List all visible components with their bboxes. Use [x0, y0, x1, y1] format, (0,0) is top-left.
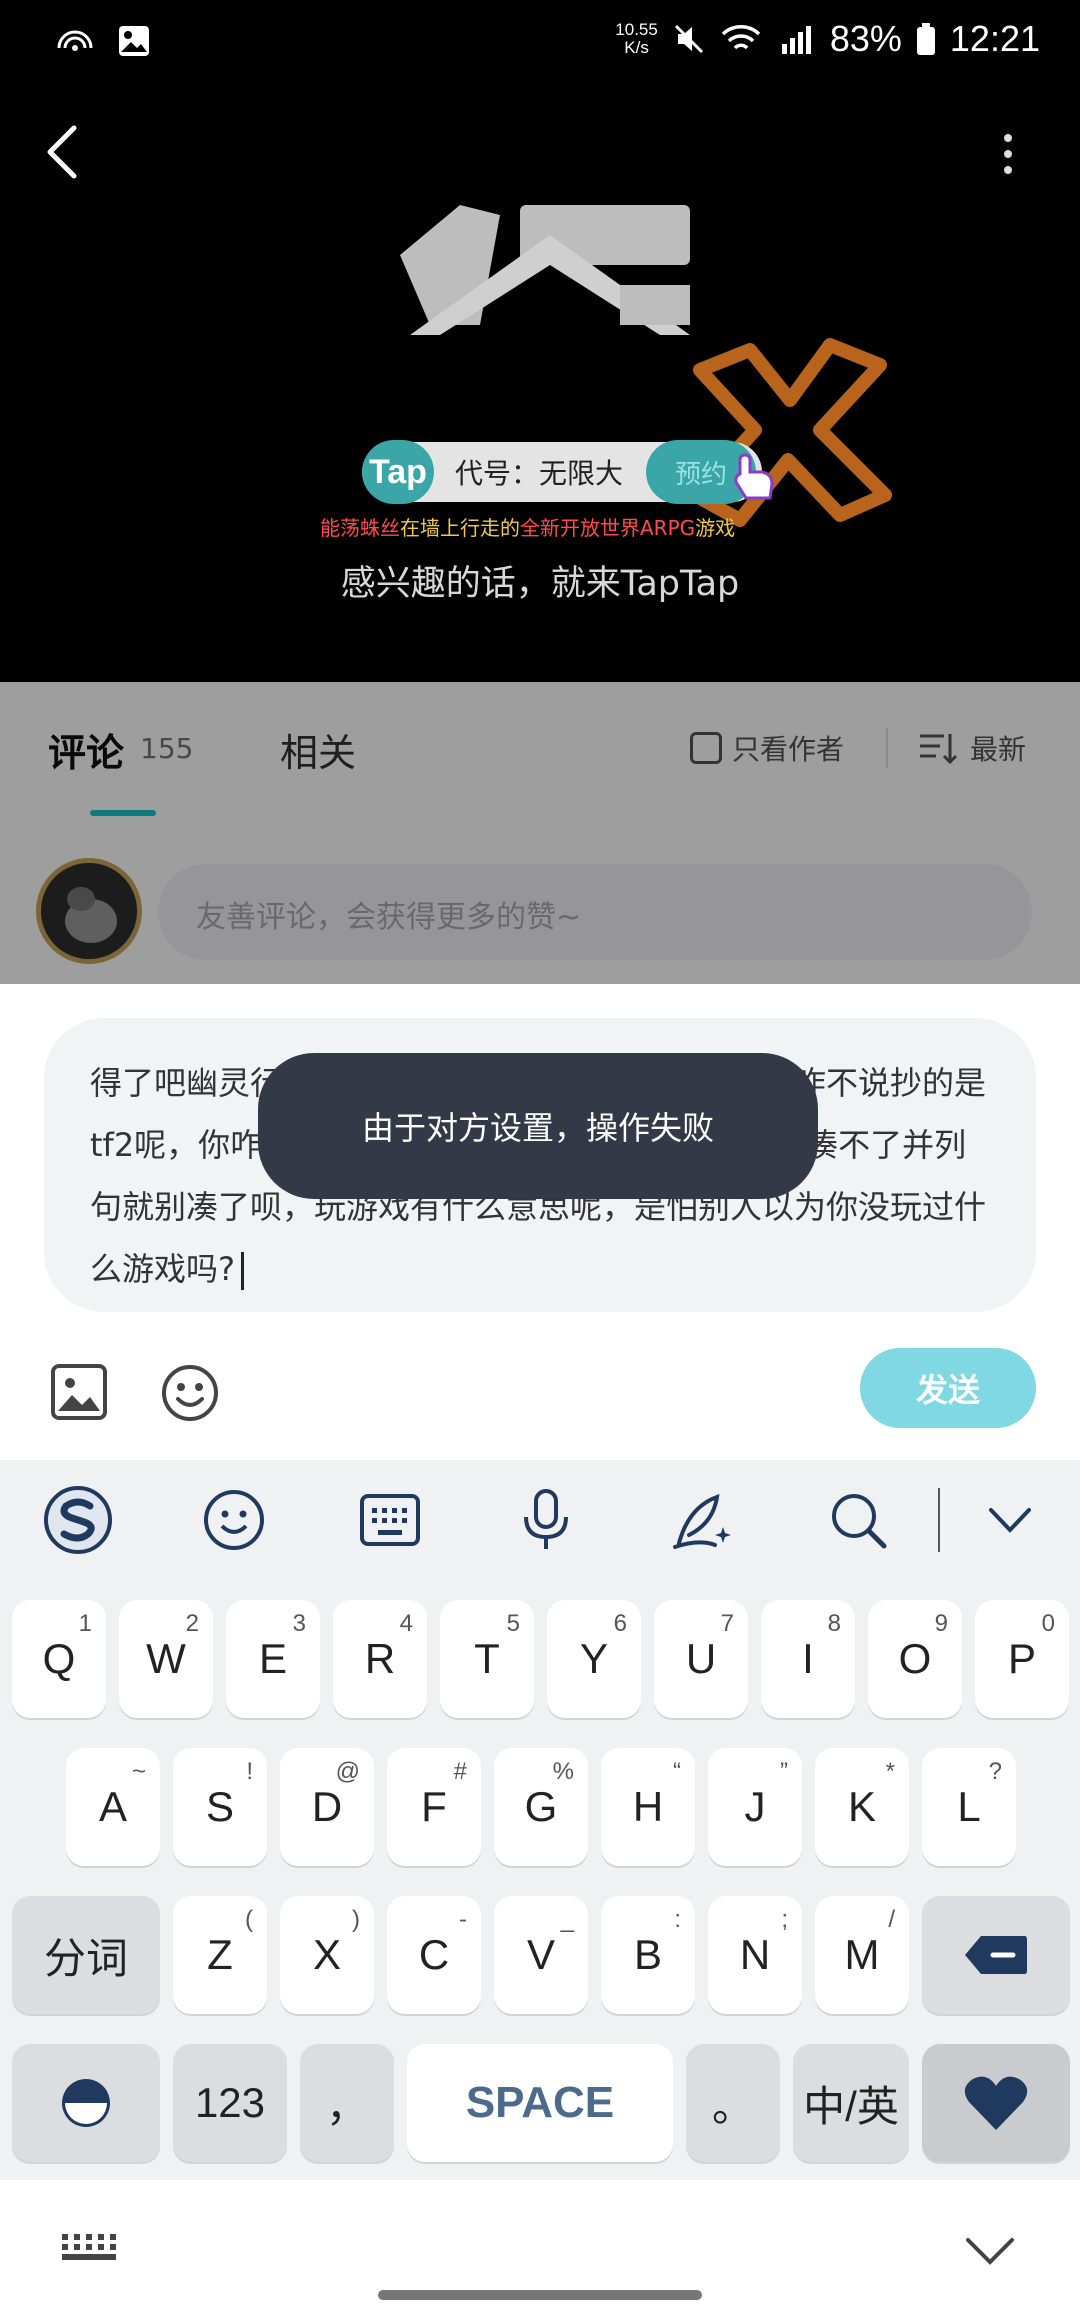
image-upload-icon[interactable] — [50, 1363, 108, 1421]
network-speed: 10.55 K/s — [615, 20, 658, 57]
signal-icon — [781, 26, 811, 54]
keyboard-switch-icon[interactable] — [60, 2232, 116, 2262]
keyboard-layout-icon[interactable] — [352, 1484, 428, 1556]
segment-key[interactable]: 分词 — [12, 1896, 160, 2014]
swiftkey-logo-icon[interactable] — [40, 1484, 116, 1556]
error-toast: 由于对方设置，操作失败 — [258, 1053, 818, 1199]
space-key[interactable]: SPACE — [407, 2044, 673, 2162]
enter-key[interactable] — [922, 2044, 1070, 2162]
heart-icon — [964, 2076, 1028, 2130]
battery-percent: 83% — [829, 18, 902, 59]
game-slogan: 能荡蛛丝在墙上行走的全新开放世界ARPG游戏 — [320, 516, 736, 540]
modal-scrim[interactable] — [0, 682, 1080, 984]
key-r[interactable]: R4 — [333, 1600, 427, 1718]
sticker-key[interactable] — [12, 2044, 160, 2162]
numbers-key[interactable]: 123 — [173, 2044, 287, 2162]
language-switch-key[interactable]: 中/英 — [793, 2044, 909, 2162]
key-k[interactable]: K * — [815, 1748, 909, 1866]
home-indicator[interactable] — [378, 2290, 702, 2300]
key-t[interactable]: T5 — [440, 1600, 534, 1718]
video-cta-text: 感兴趣的话，就来TapTap — [340, 564, 740, 604]
key-f[interactable]: F # — [387, 1748, 481, 1866]
key-u[interactable]: U7 — [654, 1600, 748, 1718]
key-x[interactable]: X) — [280, 1896, 374, 2014]
key-a[interactable]: A ~ — [66, 1748, 160, 1866]
hide-keyboard-icon[interactable] — [964, 2234, 1016, 2266]
key-o[interactable]: O9 — [868, 1600, 962, 1718]
emoji-picker-icon[interactable] — [160, 1363, 220, 1423]
send-button[interactable]: 发送 — [860, 1348, 1036, 1428]
text-cursor — [241, 1252, 244, 1290]
gallery-notification-icon — [119, 26, 149, 56]
key-c[interactable]: C- — [387, 1896, 481, 2014]
clock: 12:21 — [949, 18, 1040, 59]
key-y[interactable]: Y6 — [547, 1600, 641, 1718]
key-w[interactable]: W2 — [119, 1600, 213, 1718]
hotspot-icon — [57, 30, 93, 51]
key-q[interactable]: Q1 — [12, 1600, 106, 1718]
key-d[interactable]: D @ — [280, 1748, 374, 1866]
more-options-icon[interactable] — [996, 132, 1020, 176]
collapse-toolbar-icon[interactable] — [972, 1484, 1048, 1556]
wifi-icon — [721, 25, 761, 50]
mute-icon — [674, 24, 703, 54]
search-icon[interactable] — [820, 1484, 896, 1556]
status-bar: 10.55 K/s 83% 12:21 — [0, 0, 1080, 100]
key-b[interactable]: B: — [601, 1896, 695, 2014]
pointing-hand-icon — [734, 453, 774, 500]
key-h[interactable]: H “ — [601, 1748, 695, 1866]
key-v[interactable]: V _ — [494, 1896, 588, 2014]
handwriting-icon[interactable] — [664, 1484, 740, 1556]
key-g[interactable]: G% — [494, 1748, 588, 1866]
game-title: 代号：无限大 — [455, 457, 624, 490]
key-s[interactable]: S! — [173, 1748, 267, 1866]
backspace-icon — [965, 1936, 1027, 1974]
key-l[interactable]: L? — [922, 1748, 1016, 1866]
half-moon-icon — [62, 2079, 110, 2127]
microphone-icon[interactable] — [508, 1484, 584, 1556]
battery-icon — [916, 23, 935, 55]
taptap-logo: Tap — [362, 440, 434, 504]
comma-key[interactable]: ， — [300, 2044, 394, 2162]
key-e[interactable]: E3 — [226, 1600, 320, 1718]
key-m[interactable]: M / — [815, 1896, 909, 2014]
key-p[interactable]: P0 — [975, 1600, 1069, 1718]
emoji-icon[interactable] — [196, 1484, 272, 1556]
toolbar-divider — [938, 1488, 940, 1552]
back-arrow-icon[interactable] — [40, 120, 84, 184]
key-z[interactable]: Z( — [173, 1896, 267, 2014]
period-key[interactable]: 。 — [686, 2044, 780, 2162]
game-logo-art — [400, 205, 690, 335]
backspace-key[interactable] — [922, 1896, 1070, 2014]
key-n[interactable]: N; — [708, 1896, 802, 2014]
key-j[interactable]: J” — [708, 1748, 802, 1866]
key-i[interactable]: I8 — [761, 1600, 855, 1718]
